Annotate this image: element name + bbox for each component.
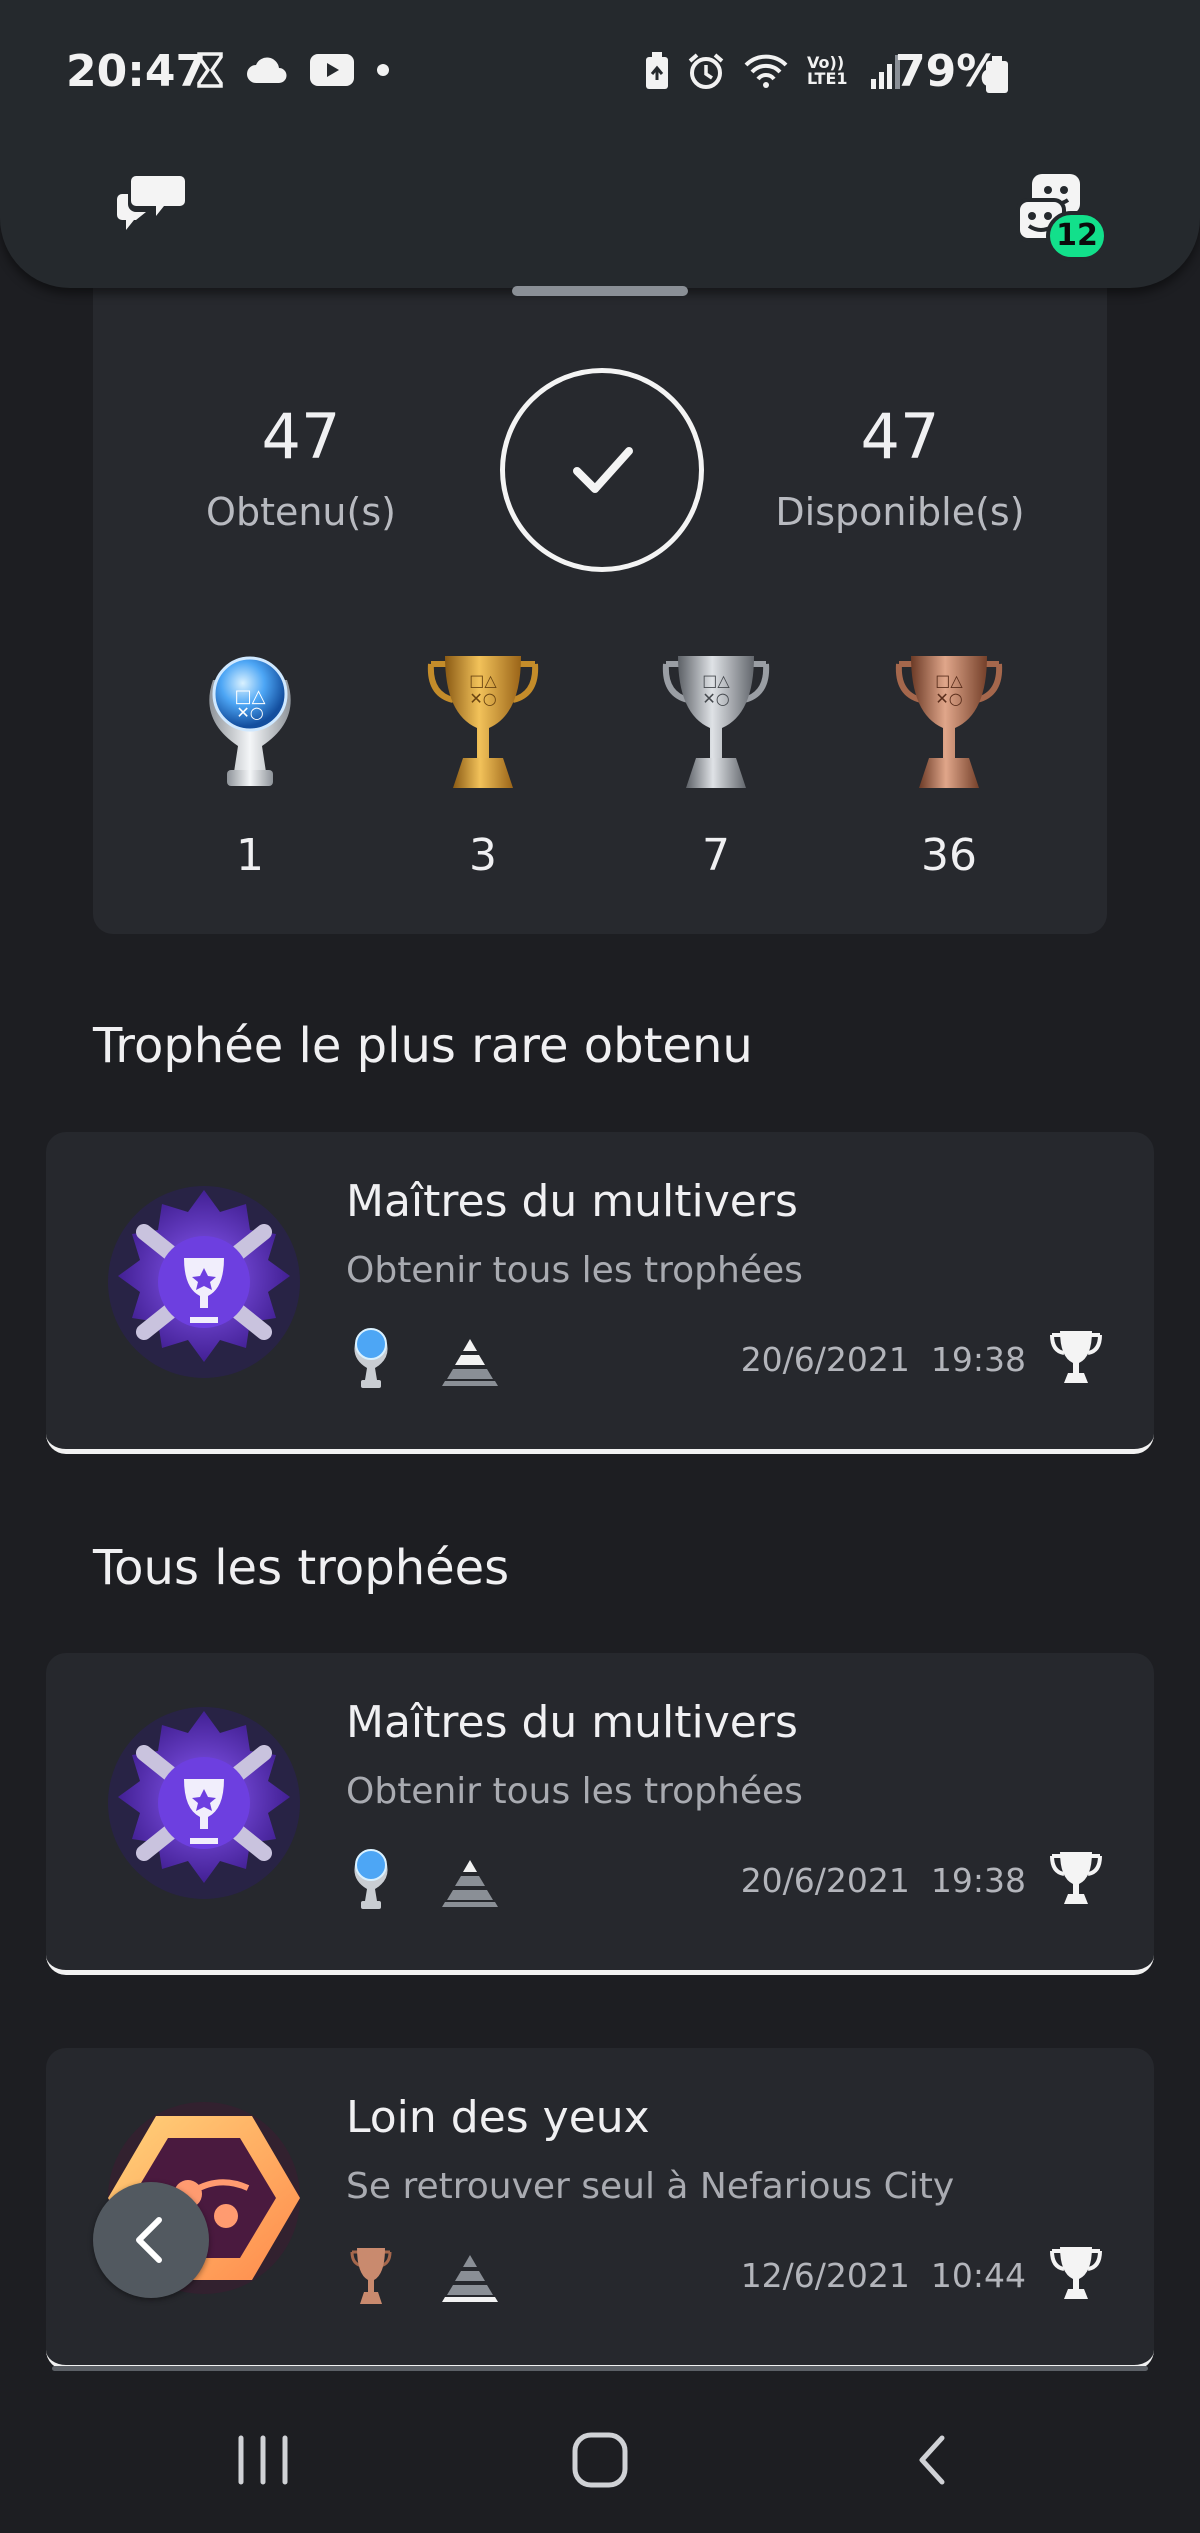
card-time: 10:44: [930, 2256, 1026, 2295]
party-badge: 12: [1046, 211, 1108, 261]
rarity-pyramid-icon: [442, 1860, 498, 1907]
bronze-grade-icon: [350, 2248, 392, 2304]
home-icon[interactable]: [570, 2430, 630, 2490]
top-header: 20:47 Vo)) LTE1 79% 12: [0, 0, 1200, 288]
earned-label: Obtenu(s): [206, 490, 396, 534]
silver-trophy-icon: □△ ✕○: [641, 650, 791, 804]
status-bar: 20:47 Vo)) LTE1 79%: [0, 0, 1200, 150]
trophy-card[interactable]: Maîtres du multivers Obtenir tous les tr…: [46, 1653, 1154, 1975]
battery-icon: [986, 56, 1008, 93]
earned-trophy-icon: [1050, 1852, 1102, 1904]
platinum-trophy-icon: □△ ✕○: [175, 650, 325, 804]
card-description: Se retrouver seul à Nefarious City: [346, 2166, 955, 2207]
card-datetime: 20/6/2021 19:38: [741, 1340, 1026, 1379]
card-title: Maîtres du multivers: [346, 1697, 798, 1748]
multiverse-masters-art-icon: [108, 1186, 300, 1378]
svg-text:□△: □△: [935, 671, 963, 690]
card-time: 19:38: [930, 1861, 1026, 1900]
rarest-section-title: Trophée le plus rare obtenu: [93, 1018, 753, 1074]
back-nav-icon[interactable]: [908, 2430, 958, 2490]
bronze-count: 36: [921, 830, 977, 881]
card-title: Loin des yeux: [346, 2092, 650, 2143]
back-fab-button[interactable]: [93, 2182, 209, 2298]
card-datetime: 12/6/2021 10:44: [741, 2256, 1026, 2295]
platinum-grade-icon: [354, 1849, 388, 1909]
earned-trophy-icon: [1050, 2247, 1102, 2299]
svg-text:□△: □△: [469, 671, 497, 690]
battery-saver-icon: [646, 52, 668, 89]
card-description: Obtenir tous les trophées: [346, 1250, 803, 1291]
trophy-summary-card: 47 Obtenu(s) 47 Disponible(s) □△ ✕○ □△ ✕…: [93, 250, 1107, 934]
system-navigation-bar: [0, 2377, 1200, 2533]
all-trophies-section-title: Tous les trophées: [93, 1540, 510, 1596]
drag-handle[interactable]: [512, 286, 688, 296]
recent-apps-icon[interactable]: [233, 2432, 293, 2488]
svg-text:✕○: ✕○: [236, 703, 263, 722]
svg-text:□△: □△: [702, 671, 730, 690]
card-title: Maîtres du multivers: [346, 1176, 798, 1227]
rarity-pyramid-icon: [442, 1339, 498, 1386]
svg-text:✕○: ✕○: [469, 689, 496, 708]
svg-text:✕○: ✕○: [702, 689, 729, 708]
multiverse-masters-art-icon: [108, 1707, 300, 1899]
bronze-trophy-icon: □△ ✕○: [874, 650, 1024, 804]
rarity-pyramid-icon: [442, 2255, 498, 2302]
gold-trophy-icon: □△ ✕○: [408, 650, 558, 804]
available-label: Disponible(s): [775, 490, 1025, 534]
card-time: 19:38: [930, 1340, 1026, 1379]
card-date: 12/6/2021: [740, 2256, 910, 2295]
cloud-icon: [247, 57, 287, 83]
card-date: 20/6/2021: [740, 1861, 910, 1900]
alarm-icon: [688, 53, 724, 89]
card-description: Obtenir tous les trophées: [346, 1771, 803, 1812]
available-count: 47: [860, 400, 940, 473]
status-time: 20:47: [66, 46, 207, 97]
status-right-icons: Vo)) LTE1: [645, 52, 901, 90]
card-bottom-divider: [52, 2366, 1148, 2371]
volte-icon: Vo)) LTE1: [807, 53, 848, 88]
status-left-icons: [196, 52, 390, 88]
wifi-icon: [744, 54, 788, 88]
trophy-card[interactable]: Loin des yeux Se retrouver seul à Nefari…: [46, 2048, 1154, 2370]
chat-bubbles-icon[interactable]: [116, 172, 186, 236]
gold-count: 3: [469, 830, 497, 881]
card-datetime: 20/6/2021 19:38: [741, 1861, 1026, 1900]
check-icon: [573, 447, 633, 493]
dot-icon: [377, 64, 389, 76]
platinum-count: 1: [236, 830, 264, 881]
earned-count: 47: [261, 400, 341, 473]
svg-text:✕○: ✕○: [935, 689, 962, 708]
earned-trophy-icon: [1050, 1331, 1102, 1383]
silver-count: 7: [702, 830, 730, 881]
youtube-icon: [310, 54, 354, 86]
card-date: 20/6/2021: [740, 1340, 910, 1379]
completion-circle: [500, 368, 704, 572]
rarest-trophy-card[interactable]: Maîtres du multivers Obtenir tous les tr…: [46, 1132, 1154, 1454]
platinum-grade-icon: [354, 1328, 388, 1388]
hourglass-icon: [197, 52, 223, 88]
chevron-left-icon: [136, 2217, 162, 2263]
